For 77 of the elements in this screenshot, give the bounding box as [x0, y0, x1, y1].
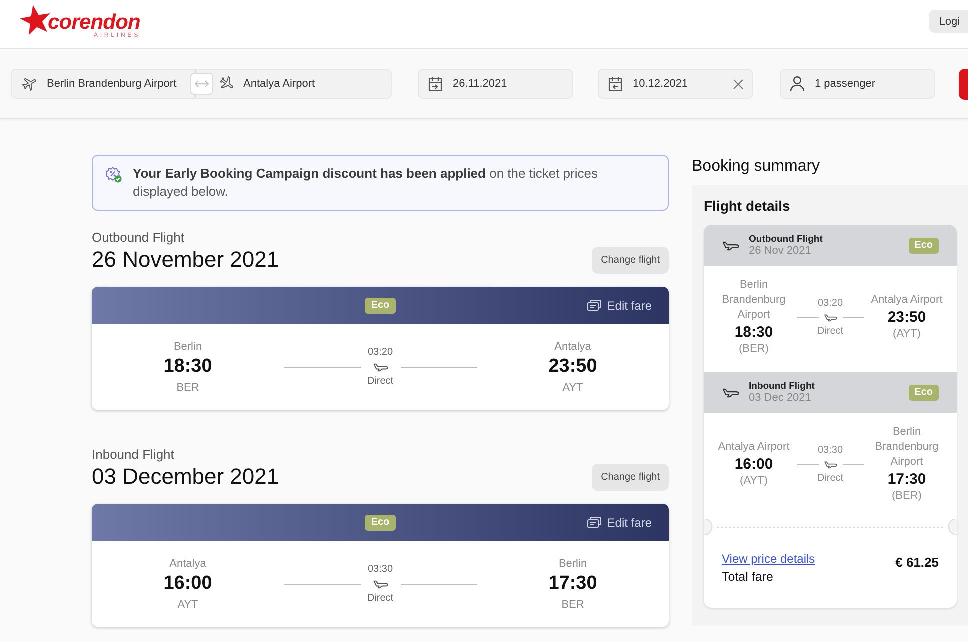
plane-takeoff-icon: [22, 76, 38, 92]
departure-code: (AYT): [740, 474, 768, 489]
section-title: Flight details: [704, 197, 790, 215]
return-date-field[interactable]: 10.12.2021: [598, 69, 753, 99]
flight-date: 26 November 2021: [92, 246, 280, 274]
edit-fare-button[interactable]: Edit fare: [587, 516, 652, 530]
segment-date: 26 Nov 2021: [749, 244, 812, 258]
total-price: € 61.25: [896, 555, 939, 571]
departure-code: BER: [176, 380, 200, 394]
total-label: Total fare: [722, 569, 774, 586]
stops-label: Direct: [817, 472, 844, 484]
login-button[interactable]: Logi: [929, 10, 968, 33]
tickets-icon: [587, 299, 602, 312]
destination-field[interactable]: Antalya Airport: [194, 69, 392, 99]
calendar-icon: [608, 76, 623, 92]
arrival-time: 17:30: [888, 470, 926, 489]
stops-label: Direct: [367, 592, 394, 604]
arrival-airport: Berlin Brandenburg Airport: [874, 425, 940, 470]
arrival-time: 23:50: [548, 354, 598, 378]
origin-field[interactable]: Berlin Brandenburg Airport: [11, 69, 194, 99]
flight-duration: 03:30: [818, 444, 844, 456]
departure-airport: Berlin Brandenburg Airport: [721, 278, 787, 323]
notice-text: Your Early Booking Campaign discount has been applied on the ticket prices displayed below.: [133, 165, 599, 201]
summary-title: Booking summary: [692, 157, 820, 176]
tickets-icon: [587, 516, 602, 529]
discount-badge-icon: [106, 167, 122, 183]
price-details-link[interactable]: View price details: [722, 551, 816, 567]
flight-duration: 03:20: [368, 346, 394, 358]
departure-airport: Antalya Airport: [718, 440, 790, 455]
stops-label: Direct: [367, 376, 394, 388]
flight-duration: 03:30: [368, 564, 394, 576]
plane-icon: [722, 240, 740, 250]
departure-date-field[interactable]: 26.11.2021: [418, 69, 573, 99]
logo-wordmark: corendon: [48, 13, 140, 33]
departure-code: AYT: [178, 598, 198, 612]
arrival-city: Berlin: [558, 556, 588, 570]
person-icon: [790, 76, 805, 92]
flight-date: 03 December 2021: [92, 463, 280, 491]
change-flight-button[interactable]: Change flight: [592, 246, 669, 274]
plane-icon: [824, 460, 838, 468]
departure-time: 16:00: [734, 455, 774, 474]
plane-icon: [722, 388, 740, 398]
flight-duration: 03:20: [818, 298, 844, 310]
plane-icon: [372, 580, 388, 588]
segment-date: 03 Dec 2021: [749, 392, 812, 404]
plane-icon: [824, 314, 838, 322]
swap-arrows-icon: [194, 80, 209, 88]
calendar-icon: [428, 76, 443, 92]
fare-badge: Eco: [908, 384, 939, 400]
segment-label: Inbound Flight: [749, 380, 815, 392]
stops-label: Direct: [817, 326, 844, 338]
arrival-time: 17:30: [548, 572, 598, 594]
departure-code: (BER): [739, 342, 769, 357]
fare-badge: Eco: [908, 238, 939, 254]
fare-badge: Eco: [365, 298, 396, 314]
passenger-field[interactable]: 1 passenger: [780, 69, 935, 99]
plane-icon: [372, 362, 388, 372]
segment-label: Outbound Flight: [749, 234, 823, 244]
arrival-city: Antalya: [554, 340, 592, 354]
arrival-airport: Antalya Airport: [871, 293, 943, 308]
flight-direction-label: Inbound Flight: [92, 447, 174, 463]
departure-time: 18:30: [164, 354, 212, 378]
departure-city: Berlin: [174, 340, 202, 354]
flight-direction-label: Outbound Flight: [92, 230, 185, 246]
change-flight-button[interactable]: Change flight: [592, 464, 669, 490]
search-button[interactable]: [959, 69, 968, 100]
close-icon[interactable]: [733, 78, 744, 90]
arrival-code: (BER): [892, 489, 922, 504]
arrival-code: BER: [562, 598, 584, 612]
departure-time: 16:00: [164, 572, 212, 594]
arrival-code: AYT: [562, 380, 584, 394]
arrival-time: 23:50: [888, 308, 926, 327]
departure-time: 18:30: [734, 323, 774, 342]
fare-badge: Eco: [365, 514, 396, 530]
departure-city: Antalya: [170, 556, 206, 570]
arrival-code: (AYT): [893, 327, 921, 342]
edit-fare-button[interactable]: Edit fare: [587, 298, 652, 312]
